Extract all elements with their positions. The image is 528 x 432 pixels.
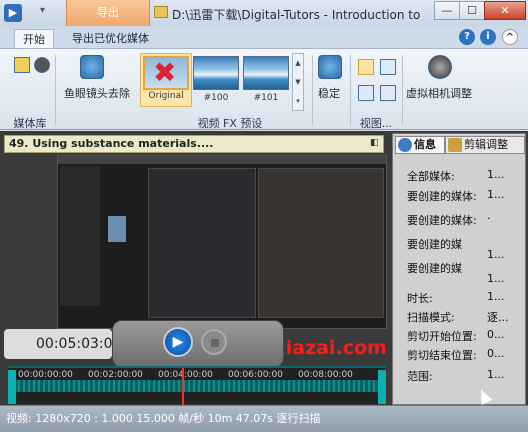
info-label: 要创建的媒	[407, 262, 462, 275]
timeline-tick: 00:08:00:00	[298, 370, 353, 380]
video-preview[interactable]	[57, 155, 387, 329]
minimize-button[interactable]: —	[434, 1, 460, 20]
view-single-icon[interactable]	[358, 59, 374, 75]
timeline-tick: 00:02:00:00	[88, 370, 143, 380]
preset-101-thumbnail[interactable]	[243, 56, 289, 90]
info-label: 扫描模式:	[407, 311, 455, 324]
close-button[interactable]: ✕	[484, 1, 526, 20]
tools-icon	[448, 138, 462, 152]
trim-start-handle[interactable]	[8, 370, 16, 404]
no-effect-x-icon: ✖	[153, 56, 177, 89]
ribbon-tab-row: 开始 导出已优化媒体 ? i ^	[0, 26, 528, 48]
info-label: 要创建的媒	[407, 238, 462, 251]
video-frame-node	[108, 216, 126, 242]
timeline-tick: 00:06:00:00	[228, 370, 283, 380]
fisheye-icon[interactable]	[80, 55, 104, 79]
timeline-tick: 00:00:00:00	[18, 370, 73, 380]
preset-100-label: #100	[203, 93, 229, 103]
playback-controls: ▶	[112, 320, 284, 368]
info-value: 1...	[487, 290, 505, 303]
panel-toggle-icon[interactable]: ◧	[370, 137, 380, 149]
stabilize-button[interactable]: 稳定	[318, 85, 340, 101]
tab-clip-adjust[interactable]: 剪辑调整	[445, 136, 525, 154]
tab-export-optimized[interactable]: 导出已优化媒体	[64, 29, 157, 48]
tab-clip-adjust-label: 剪辑调整	[464, 138, 508, 151]
maximize-button[interactable]: ☐	[459, 1, 485, 20]
group-view-label: 视图...	[359, 117, 393, 130]
info-label: 全部媒体:	[407, 170, 455, 183]
view-compare-icon[interactable]	[380, 59, 396, 75]
tab-info-label: 信息	[414, 138, 436, 151]
video-frame-sidebar	[60, 166, 100, 306]
timecode-display: 00:05:03:08	[4, 329, 121, 359]
info-value: 1...	[487, 188, 505, 201]
info-icon[interactable]: i	[480, 29, 496, 45]
tab-home[interactable]: 开始	[14, 29, 54, 48]
add-media-icon[interactable]	[14, 57, 30, 73]
info-label: 要创建的媒体:	[407, 190, 477, 203]
info-value: 1...	[487, 168, 505, 181]
info-value: ·	[487, 212, 491, 225]
folder-icon	[154, 6, 168, 18]
main-area: 49. Using substance materials.... ◧ www.…	[0, 131, 528, 406]
preset-100-thumbnail[interactable]	[193, 56, 239, 90]
info-value: 0...	[487, 347, 505, 360]
title-bar: ▶ ▾ 导出 D:\迅雷下载\Digital-Tutors - Introduc…	[0, 0, 528, 26]
collapse-ribbon-icon[interactable]: ^	[502, 29, 518, 45]
ribbon-separator	[312, 55, 313, 125]
status-bar: 视频: 1280x720 : 1.000 15.000 帧/秒 10m 47.0…	[0, 405, 528, 432]
app-window: ▶ ▾ 导出 D:\迅雷下载\Digital-Tutors - Introduc…	[0, 0, 528, 432]
virtual-camera-button[interactable]: 虚拟相机调整	[406, 85, 472, 101]
ribbon-separator	[350, 55, 351, 125]
video-frame-render	[258, 168, 384, 318]
preset-original-label: Original	[148, 91, 184, 101]
timeline-track[interactable]	[8, 380, 386, 392]
stabilize-icon[interactable]	[318, 55, 342, 79]
ribbon-separator	[402, 55, 403, 125]
info-value: 1...	[487, 368, 505, 381]
video-frame-viewport	[148, 168, 256, 318]
video-frame-menubar	[58, 156, 386, 164]
info-label: 剪切开始位置:	[407, 330, 477, 343]
app-logo-icon[interactable]: ▶	[4, 4, 22, 22]
virtual-camera-icon[interactable]	[428, 55, 452, 79]
play-button[interactable]: ▶	[163, 327, 193, 357]
info-value: 1...	[487, 272, 505, 285]
info-label: 剪切结束位置:	[407, 349, 477, 362]
preset-original-thumbnail[interactable]: ✖	[143, 56, 189, 90]
stop-button[interactable]	[201, 329, 227, 355]
context-tab-export[interactable]: 导出	[66, 0, 150, 26]
fisheye-removal-button[interactable]: 鱼眼镜头去除	[64, 85, 130, 101]
info-panel: 信息 剪辑调整 全部媒体: 1... 要创建的媒体: 1... 要创建的媒体: …	[392, 133, 526, 405]
info-value: 1...	[487, 248, 505, 261]
clip-title: 49. Using substance materials....	[4, 135, 384, 153]
ribbon-separator	[55, 55, 56, 125]
trim-end-handle[interactable]	[378, 370, 386, 404]
group-media-library-label: 媒体库	[13, 117, 47, 130]
ribbon: 媒体库 鱼眼镜头去除 ✖ Original #100 #101 ▲ ▼ ▾ 视频 F…	[0, 48, 528, 130]
group-video-fx-label: 视频 FX 预设	[197, 117, 263, 130]
timeline[interactable]: 00:00:00:00 00:02:00:00 00:04:00:00 00:0…	[8, 366, 386, 406]
view-side-icon[interactable]	[380, 85, 396, 101]
playhead[interactable]	[182, 368, 184, 406]
remove-media-icon[interactable]	[34, 57, 50, 73]
speech-bubble-icon	[398, 138, 412, 152]
view-split-icon[interactable]	[358, 85, 374, 101]
info-label: 时长:	[407, 292, 433, 305]
window-title: D:\迅雷下载\Digital-Tutors - Introduction to…	[172, 8, 422, 22]
timeline-tick: 00:04:00:00	[158, 370, 213, 380]
gallery-scroll-arrows[interactable]: ▲ ▼ ▾	[292, 53, 304, 111]
stop-icon	[211, 339, 219, 347]
info-label: 要创建的媒体:	[407, 214, 477, 227]
preset-101-label: #101	[253, 93, 279, 103]
tab-info[interactable]: 信息	[395, 136, 445, 154]
info-label: 范围:	[407, 370, 433, 383]
help-icon[interactable]: ?	[459, 29, 475, 45]
info-value: 逐...	[487, 311, 509, 324]
quick-access-arrow-icon[interactable]: ▾	[40, 5, 52, 19]
info-value: 0...	[487, 328, 505, 341]
